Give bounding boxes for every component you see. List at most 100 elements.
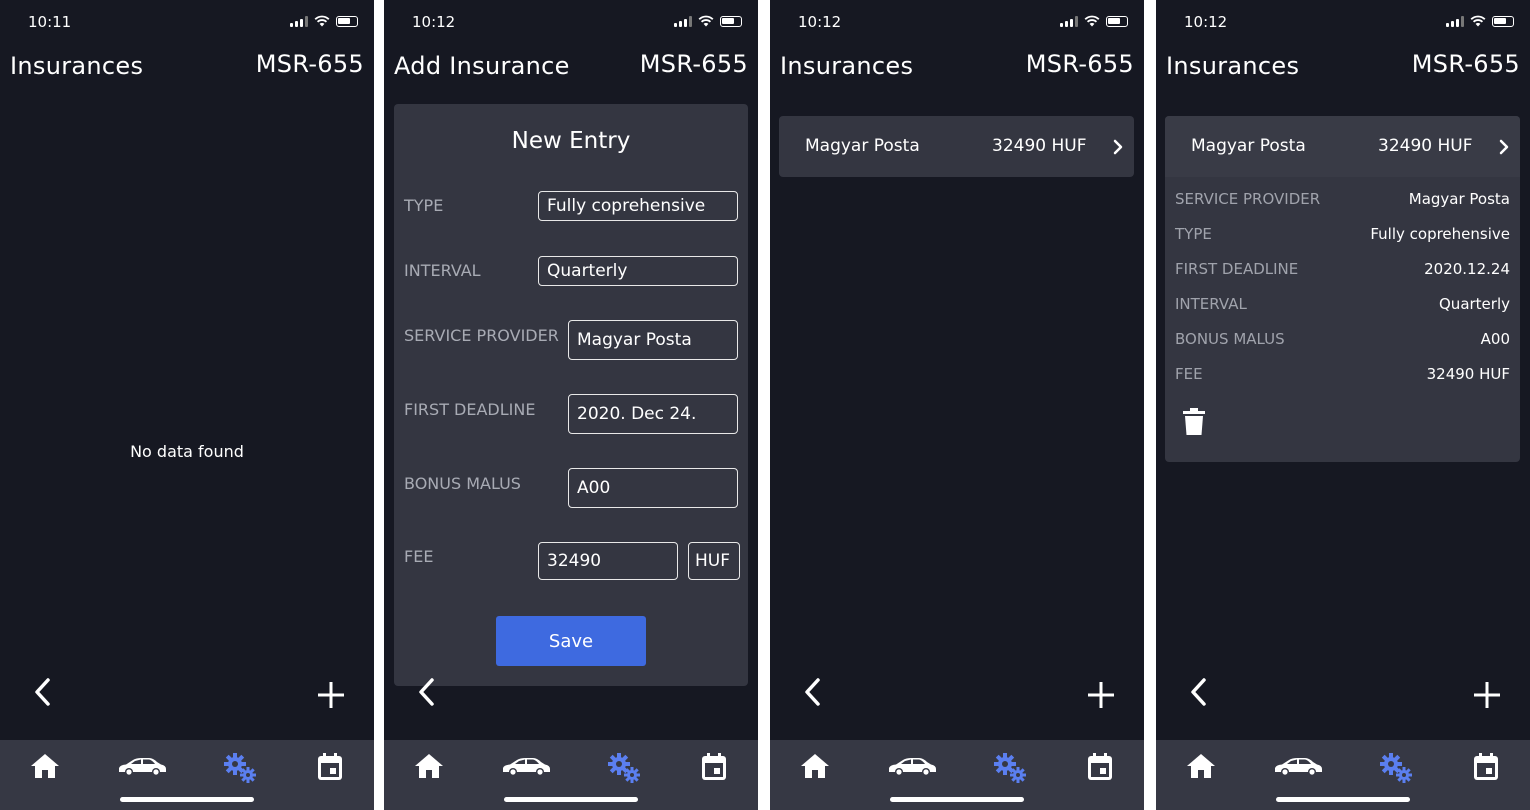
type-select[interactable]: Fully coprehensive — [538, 191, 738, 221]
status-time: 10:12 — [1184, 13, 1228, 31]
signal-icon — [1446, 15, 1464, 27]
insurance-list-item[interactable]: Magyar Posta 32490 HUF — [779, 116, 1134, 177]
status-icons — [1446, 15, 1514, 27]
first-deadline-input[interactable]: 2020. Dec 24. — [568, 394, 738, 434]
detail-label: BONUS MALUS — [1175, 330, 1285, 348]
car-icon[interactable] — [1272, 756, 1324, 778]
vehicle-plate: MSR-655 — [1411, 50, 1520, 78]
settings-gears-icon[interactable] — [993, 752, 1027, 784]
home-icon[interactable] — [414, 752, 444, 780]
type-label: TYPE — [404, 196, 444, 215]
status-time: 10:11 — [28, 13, 72, 31]
status-icons — [1060, 15, 1128, 27]
first-deadline-label: FIRST DEADLINE — [404, 400, 536, 419]
calendar-icon[interactable] — [1472, 752, 1500, 782]
chevron-right-icon — [1113, 139, 1123, 155]
battery-icon — [1492, 15, 1514, 27]
home-icon[interactable] — [1186, 752, 1216, 780]
detail-value: A00 — [1480, 330, 1510, 348]
calendar-icon[interactable] — [700, 752, 728, 782]
bonus-malus-input[interactable]: A00 — [568, 468, 738, 508]
service-provider-input[interactable]: Magyar Posta — [568, 320, 738, 360]
back-button[interactable] — [416, 675, 438, 709]
wifi-icon — [1084, 15, 1100, 27]
home-indicator — [890, 797, 1024, 802]
vehicle-plate: MSR-655 — [639, 50, 748, 78]
status-icons — [290, 15, 358, 27]
vehicle-plate: MSR-655 — [1025, 50, 1134, 78]
back-button[interactable] — [32, 675, 54, 709]
home-indicator — [1276, 797, 1410, 802]
wifi-icon — [698, 15, 714, 27]
screen-insurances-empty: 10:11 Insurances MSR-655 No data found — [0, 0, 374, 810]
insurance-detail-card: Magyar Posta 32490 HUF SERVICE PROVIDER … — [1165, 116, 1520, 462]
tab-bar — [1156, 740, 1530, 810]
car-icon[interactable] — [500, 756, 552, 778]
bonus-malus-label: BONUS MALUS — [404, 474, 521, 493]
car-icon[interactable] — [116, 756, 168, 778]
home-indicator — [504, 797, 638, 802]
home-icon[interactable] — [800, 752, 830, 780]
settings-gears-icon[interactable] — [1379, 752, 1413, 784]
battery-icon — [336, 15, 358, 27]
tab-bar — [0, 740, 374, 810]
calendar-icon[interactable] — [316, 752, 344, 782]
tab-bar — [770, 740, 1144, 810]
chevron-right-icon — [1499, 139, 1509, 155]
battery-icon — [1106, 15, 1128, 27]
signal-icon — [290, 15, 308, 27]
home-icon[interactable] — [30, 752, 60, 780]
page-title: Add Insurance — [394, 52, 570, 80]
save-button[interactable]: Save — [496, 616, 646, 666]
screen-insurances-list: 10:12 Insurances MSR-655 Magyar Posta 32… — [770, 0, 1144, 810]
insurance-list-item[interactable]: Magyar Posta 32490 HUF — [1165, 116, 1520, 177]
tab-bar — [384, 740, 758, 810]
form-heading: New Entry — [511, 128, 631, 154]
insurance-provider-name: Magyar Posta — [1191, 136, 1306, 156]
service-provider-label: SERVICE PROVIDER — [404, 326, 559, 345]
insurance-fee: 32490 HUF — [992, 136, 1087, 156]
detail-label: SERVICE PROVIDER — [1175, 190, 1321, 208]
signal-icon — [1060, 15, 1078, 27]
empty-state-text: No data found — [130, 442, 244, 461]
car-icon[interactable] — [886, 756, 938, 778]
screen-add-insurance: 10:12 Add Insurance MSR-655 New Entry TY… — [384, 0, 758, 810]
page-title: Insurances — [780, 52, 914, 80]
interval-label: INTERVAL — [404, 261, 481, 280]
status-time: 10:12 — [412, 13, 456, 31]
calendar-icon[interactable] — [1086, 752, 1114, 782]
detail-value: 32490 HUF — [1426, 365, 1510, 383]
detail-label: TYPE — [1175, 225, 1212, 243]
status-icons — [674, 15, 742, 27]
settings-gears-icon[interactable] — [223, 752, 257, 784]
page-title: Insurances — [1166, 52, 1300, 80]
delete-trash-icon[interactable] — [1183, 408, 1205, 436]
interval-select[interactable]: Quarterly — [538, 256, 738, 286]
vehicle-plate: MSR-655 — [255, 50, 364, 78]
detail-label: FIRST DEADLINE — [1175, 260, 1299, 278]
screen-insurance-details: 10:12 Insurances MSR-655 Magyar Posta 32… — [1156, 0, 1530, 810]
insurance-fee: 32490 HUF — [1378, 136, 1473, 156]
home-indicator — [120, 797, 254, 802]
detail-label: FEE — [1175, 365, 1203, 383]
page-title: Insurances — [10, 52, 144, 80]
battery-icon — [720, 15, 742, 27]
detail-value: 2020.12.24 — [1424, 260, 1510, 278]
add-button[interactable] — [1472, 680, 1502, 710]
settings-gears-icon[interactable] — [607, 752, 641, 784]
wifi-icon — [1470, 15, 1486, 27]
fee-label: FEE — [404, 547, 434, 566]
fee-input[interactable]: 32490 — [538, 542, 678, 580]
add-button[interactable] — [1086, 680, 1116, 710]
new-entry-form: New Entry TYPE Fully coprehensive INTERV… — [394, 104, 748, 686]
detail-value: Quarterly — [1439, 295, 1510, 313]
detail-label: INTERVAL — [1175, 295, 1247, 313]
back-button[interactable] — [1188, 675, 1210, 709]
back-button[interactable] — [802, 675, 824, 709]
detail-value: Magyar Posta — [1408, 190, 1510, 208]
add-button[interactable] — [316, 680, 346, 710]
detail-value: Fully coprehensive — [1370, 225, 1510, 243]
signal-icon — [674, 15, 692, 27]
currency-select[interactable]: HUF — [688, 542, 740, 580]
status-time: 10:12 — [798, 13, 842, 31]
